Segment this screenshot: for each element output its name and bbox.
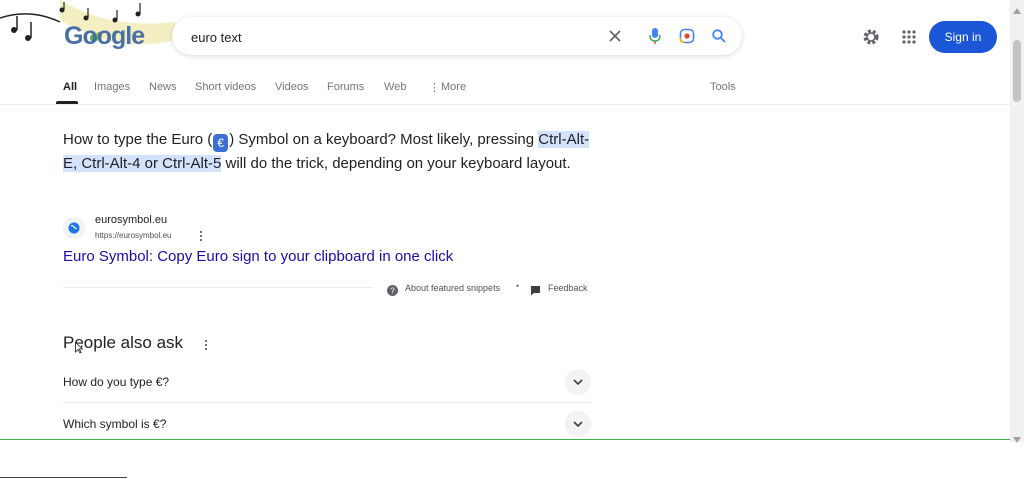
tab-short-videos[interactable]: Short videos — [195, 81, 256, 93]
scrollbar-thumb[interactable] — [1013, 40, 1021, 102]
feedback-icon — [530, 283, 541, 296]
tab-videos[interactable]: Videos — [275, 81, 308, 93]
search-icon[interactable] — [709, 26, 729, 46]
separator-dot: • — [516, 281, 520, 291]
tab-forums[interactable]: Forums — [327, 81, 364, 93]
more-kebab-icon: ⋮ — [429, 82, 440, 94]
search-input[interactable] — [189, 17, 593, 57]
paa-question-text: Which symbol is €? — [63, 417, 167, 431]
paa-question-row[interactable]: How do you type €? — [63, 362, 591, 403]
google-doodle-logo[interactable]: Google — [0, 0, 175, 60]
globe-favicon[interactable] — [63, 217, 85, 239]
scroll-down-arrow-icon[interactable] — [1012, 431, 1022, 443]
lens-icon[interactable] — [677, 26, 697, 46]
paa-question-row[interactable]: Which symbol is €? — [63, 404, 591, 438]
paa-question-text: How do you type €? — [63, 375, 170, 389]
tab-more[interactable]: More — [441, 81, 466, 93]
divider — [63, 287, 373, 288]
search-tabs: All Images News Short videos Videos Foru… — [0, 74, 1010, 105]
chevron-down-icon[interactable] — [565, 411, 591, 437]
snippet-part-3: will do the trick, depending on your key… — [221, 155, 571, 172]
kebab-menu-icon[interactable] — [197, 229, 205, 243]
clear-icon[interactable] — [605, 26, 625, 46]
tools-button[interactable]: Tools — [710, 81, 736, 93]
active-tab-indicator — [56, 101, 78, 104]
search-box — [172, 17, 742, 57]
euro-symbol-badge: € — [213, 134, 229, 152]
result-title-link[interactable]: Euro Symbol: Copy Euro sign to your clip… — [63, 248, 453, 265]
tab-all[interactable]: All — [63, 81, 77, 93]
svg-text:?: ? — [390, 287, 395, 296]
scroll-up-arrow-icon[interactable] — [1012, 2, 1022, 14]
accent-line — [0, 439, 1010, 440]
logo-text: Google — [64, 22, 145, 50]
kebab-menu-icon[interactable] — [203, 338, 209, 352]
apps-grid-icon[interactable] — [899, 27, 919, 47]
bottom-divider — [0, 477, 127, 478]
mouse-cursor-icon — [75, 341, 84, 354]
about-featured-snippets-link[interactable]: About featured snippets — [405, 283, 500, 293]
chevron-down-icon[interactable] — [565, 369, 591, 395]
source-url[interactable]: https://eurosymbol.eu — [95, 231, 171, 240]
microphone-icon[interactable] — [645, 26, 665, 46]
feedback-link[interactable]: Feedback — [548, 283, 588, 293]
tab-news[interactable]: News — [149, 81, 177, 93]
gear-icon[interactable] — [861, 27, 881, 47]
tab-web[interactable]: Web — [384, 81, 406, 93]
source-site-name[interactable]: eurosymbol.eu — [95, 214, 167, 226]
snippet-part-1: How to type the Euro ( — [63, 131, 213, 148]
question-circle-icon: ? — [387, 283, 398, 296]
sign-in-button[interactable]: Sign in — [929, 21, 997, 53]
tab-images[interactable]: Images — [94, 81, 130, 93]
snippet-part-2: ) Symbol on a keyboard? Most likely, pre… — [229, 131, 539, 148]
featured-snippet-text: How to type the Euro (€) Symbol on a key… — [63, 128, 593, 175]
